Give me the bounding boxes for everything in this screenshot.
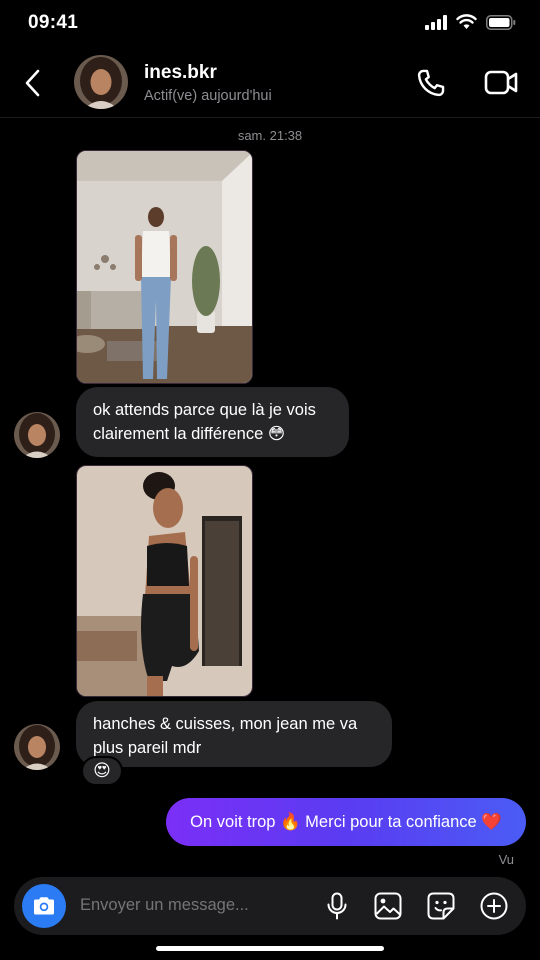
conversation-timestamp: sam. 21:38 [237,128,303,143]
status-time: 09:41 [28,12,79,33]
image-gallery-icon [374,892,402,920]
camera-icon [34,897,54,915]
message-composer [14,877,526,935]
plus-circle-icon [480,892,508,920]
home-indicator[interactable] [156,946,384,951]
cellular-signal-icon [425,14,447,30]
sender-avatar[interactable] [14,724,60,770]
video-call-button[interactable] [482,66,520,100]
microphone-button[interactable] [322,891,352,921]
battery-icon [486,14,516,30]
voice-call-button[interactable] [414,66,448,100]
sticker-button[interactable] [426,891,456,921]
microphone-icon [327,892,347,920]
sender-avatar[interactable] [14,412,60,458]
gallery-button[interactable] [373,891,403,921]
contact-avatar[interactable] [74,55,128,109]
chevron-left-icon [25,69,40,97]
shared-photo-2[interactable] [76,465,253,697]
message-input[interactable] [80,896,300,915]
contact-name[interactable]: ines.bkr [144,62,217,84]
received-message[interactable]: ok attends parce que là je vois claireme… [76,387,349,457]
sticker-icon [427,892,455,920]
contact-activity-status: Actif(ve) aujourd'hui [144,88,272,104]
seen-indicator: Vu [498,852,514,867]
status-bar: 09:41 [0,0,540,48]
wifi-icon [456,14,477,29]
received-message[interactable]: hanches & cuisses, mon jean me va plus p… [76,701,392,767]
sent-message[interactable]: On voit trop 🔥 Merci pour ta confiance ❤… [166,798,526,846]
chat-header: ines.bkr Actif(ve) aujourd'hui [0,48,540,118]
back-button[interactable] [18,66,48,100]
more-options-button[interactable] [479,891,509,921]
video-camera-icon [484,70,518,95]
camera-button[interactable] [22,884,66,928]
phone-icon [417,69,445,97]
message-reaction[interactable]: 😍 [81,756,123,786]
shared-photo-1[interactable] [76,150,253,384]
status-icons [425,14,516,30]
